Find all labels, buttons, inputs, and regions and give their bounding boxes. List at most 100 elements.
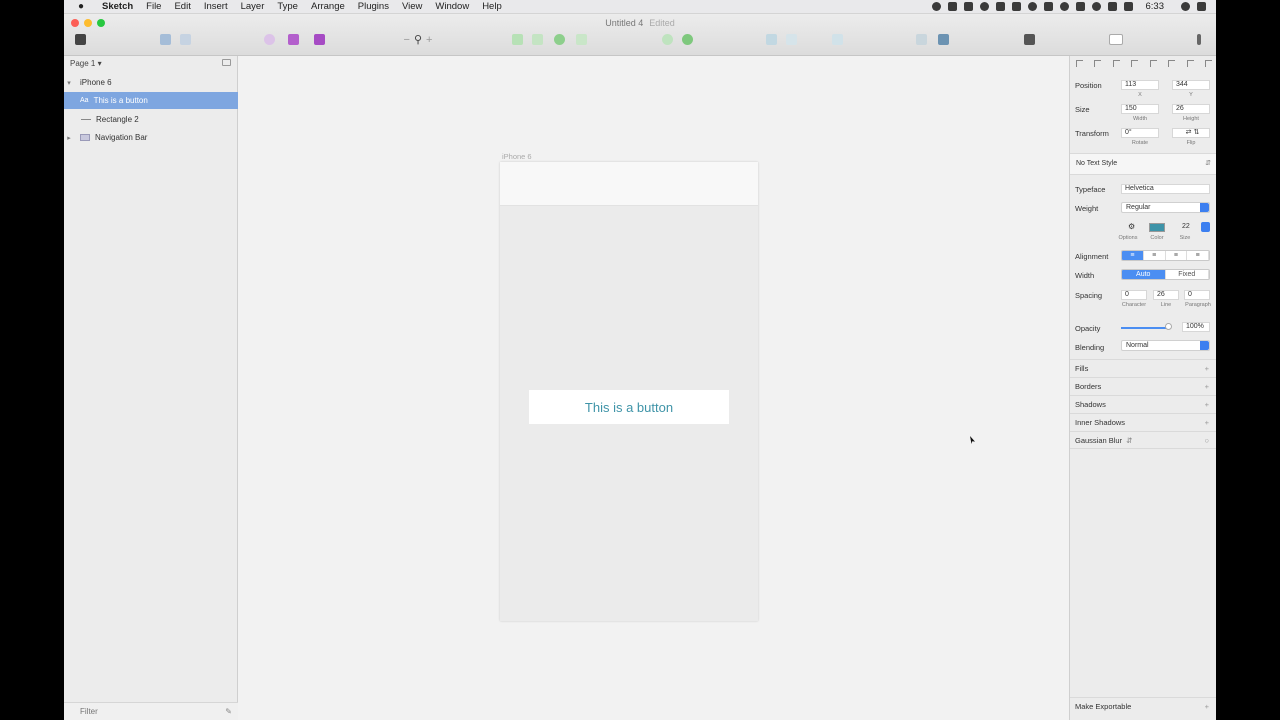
apple-menu-icon[interactable]: ●: [78, 1, 92, 12]
blur-type-chevron-icon[interactable]: ⇵: [1126, 436, 1132, 445]
flip-controls[interactable]: ⇄ ⇅: [1172, 128, 1210, 138]
text-options-gear-icon[interactable]: ⚙: [1128, 222, 1135, 231]
height-field[interactable]: 26: [1172, 104, 1210, 114]
menu-window[interactable]: Window: [435, 1, 469, 12]
align-center-icon[interactable]: [1131, 60, 1139, 67]
width-field[interactable]: 150: [1121, 104, 1159, 114]
artboard[interactable]: This is a button: [500, 162, 758, 621]
pages-toggle-icon[interactable]: [222, 59, 231, 66]
align-right-icon[interactable]: [1149, 60, 1157, 67]
add-fill-icon[interactable]: +: [1205, 364, 1209, 373]
width-fixed-option[interactable]: Fixed: [1165, 270, 1209, 279]
distribute-vertical-icon[interactable]: [1094, 60, 1102, 67]
flatten-button[interactable]: [914, 33, 928, 46]
disclosure-closed-icon[interactable]: ▸: [64, 134, 74, 142]
zoom-in-icon[interactable]: +: [426, 34, 432, 46]
width-auto-option[interactable]: Auto: [1122, 270, 1166, 279]
difference-button[interactable]: [574, 33, 588, 46]
artboard-label[interactable]: iPhone 6: [502, 152, 532, 161]
shadows-section[interactable]: Shadows +: [1070, 395, 1216, 413]
x-field[interactable]: 113: [1121, 80, 1159, 90]
toggle-blur-icon[interactable]: ○: [1204, 436, 1209, 445]
line-spacing-field[interactable]: 26: [1153, 290, 1179, 300]
menu-insert[interactable]: Insert: [204, 1, 228, 12]
distribute-horizontal-icon[interactable]: [1076, 60, 1083, 67]
status-record-icon[interactable]: [931, 2, 941, 11]
make-exportable-bar[interactable]: Make Exportable +: [1070, 697, 1216, 715]
text-align-left-icon[interactable]: ≡: [1122, 251, 1144, 260]
paragraph-spacing-field[interactable]: 0: [1184, 290, 1210, 300]
text-align-right-icon[interactable]: ≡: [1165, 251, 1188, 260]
inner-shadows-section[interactable]: Inner Shadows +: [1070, 413, 1216, 431]
transform-button[interactable]: [784, 33, 798, 46]
zoom-out-icon[interactable]: −: [404, 34, 410, 46]
menu-app-name[interactable]: Sketch: [102, 1, 133, 12]
status-screen-icon[interactable]: [1043, 2, 1053, 11]
ungroup-button[interactable]: [178, 33, 192, 46]
character-spacing-field[interactable]: 0: [1121, 290, 1147, 300]
status-camera-icon[interactable]: [979, 2, 989, 11]
rotate-field[interactable]: 0°: [1121, 128, 1159, 138]
font-size-field[interactable]: 22: [1182, 223, 1190, 230]
mirror-button[interactable]: [936, 33, 950, 46]
create-symbol-button[interactable]: [262, 33, 276, 46]
menu-type[interactable]: Type: [277, 1, 298, 12]
navigation-bar[interactable]: [500, 162, 758, 206]
status-sync-icon[interactable]: [963, 2, 973, 11]
add-border-icon[interactable]: +: [1205, 382, 1209, 391]
menu-file[interactable]: File: [146, 1, 161, 12]
canvas[interactable]: iPhone 6 This is a button: [239, 56, 1068, 720]
menu-plugins[interactable]: Plugins: [358, 1, 389, 12]
status-battery-icon[interactable]: [1123, 2, 1133, 11]
edit-button[interactable]: [764, 33, 778, 46]
blending-select[interactable]: Normal: [1121, 340, 1210, 351]
opacity-field[interactable]: 100%: [1182, 322, 1210, 332]
layer-filter-input[interactable]: [80, 705, 190, 718]
layer-text-button[interactable]: Aa This is a button: [64, 92, 238, 109]
intersect-button[interactable]: [552, 33, 566, 46]
align-middle-icon[interactable]: [1186, 60, 1194, 67]
status-wifi-icon[interactable]: [1091, 2, 1101, 11]
page-selector[interactable]: Page 1 ▾: [70, 59, 102, 68]
insert-button[interactable]: [70, 33, 90, 46]
layer-navigation-bar[interactable]: ▸ Navigation Bar: [64, 129, 238, 146]
typeface-field[interactable]: Helvetica: [1121, 184, 1210, 194]
forward-button[interactable]: [660, 33, 674, 46]
status-dropbox-icon[interactable]: [1011, 2, 1021, 11]
export-button[interactable]: [1022, 33, 1036, 46]
zoom-controls[interactable]: − ⚲ +: [398, 33, 438, 47]
align-bottom-icon[interactable]: [1204, 60, 1212, 67]
add-shadow-icon[interactable]: +: [1205, 400, 1209, 409]
gaussian-blur-section[interactable]: Gaussian Blur ⇵ ○: [1070, 431, 1216, 449]
text-align-justify-icon[interactable]: ≡: [1187, 251, 1209, 260]
notification-center-icon[interactable]: [1197, 2, 1206, 11]
opacity-slider-track[interactable]: [1121, 327, 1169, 329]
mask-button[interactable]: [284, 33, 302, 46]
status-bluetooth-icon[interactable]: [1075, 2, 1085, 11]
spotlight-search-icon[interactable]: [1181, 2, 1190, 11]
share-button[interactable]: [1194, 33, 1204, 46]
layer-artboard-iphone6[interactable]: ▾ iPhone 6: [64, 74, 238, 91]
font-size-stepper-icon[interactable]: [1201, 222, 1210, 232]
menu-edit[interactable]: Edit: [174, 1, 190, 12]
status-cloud-icon[interactable]: [995, 2, 1005, 11]
borders-section[interactable]: Borders +: [1070, 377, 1216, 395]
text-align-center-icon[interactable]: ≡: [1143, 251, 1166, 260]
menu-layer[interactable]: Layer: [241, 1, 265, 12]
weight-select[interactable]: Regular: [1121, 202, 1210, 213]
opacity-slider-knob[interactable]: [1165, 323, 1172, 330]
align-left-icon[interactable]: [1112, 60, 1120, 67]
fills-section[interactable]: Fills +: [1070, 359, 1216, 377]
scale-button[interactable]: [310, 33, 328, 46]
y-field[interactable]: 344: [1172, 80, 1210, 90]
layer-options-icon[interactable]: ✎: [225, 707, 232, 716]
status-time-machine-icon[interactable]: [1059, 2, 1069, 11]
menu-help[interactable]: Help: [482, 1, 502, 12]
union-button[interactable]: [510, 33, 524, 46]
align-top-icon[interactable]: [1168, 60, 1176, 67]
menu-arrange[interactable]: Arrange: [311, 1, 345, 12]
add-inner-shadow-icon[interactable]: +: [1205, 418, 1209, 427]
menu-view[interactable]: View: [402, 1, 422, 12]
text-color-swatch[interactable]: [1149, 223, 1165, 232]
subtract-button[interactable]: [530, 33, 544, 46]
